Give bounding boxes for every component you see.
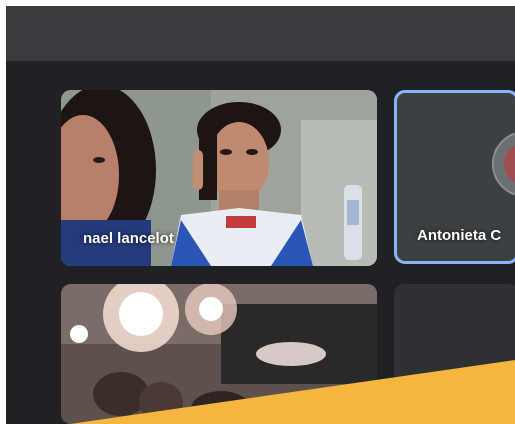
participant-tile-video[interactable]: nael lancelot: [61, 90, 377, 266]
participant-grid: nael lancelot Antonieta C: [6, 6, 515, 424]
avatar-initial-circle: [504, 143, 515, 185]
participant-tile-active-speaker[interactable]: Antonieta C: [394, 90, 515, 264]
meeting-window: nael lancelot Antonieta C: [6, 6, 515, 424]
video-feed: [61, 284, 377, 424]
participant-name: Antonieta C: [417, 227, 502, 244]
avatar: [492, 131, 515, 197]
participant-tile[interactable]: [394, 284, 515, 424]
participant-name: nael lancelot: [83, 230, 174, 247]
participant-tile-video[interactable]: [61, 284, 377, 424]
